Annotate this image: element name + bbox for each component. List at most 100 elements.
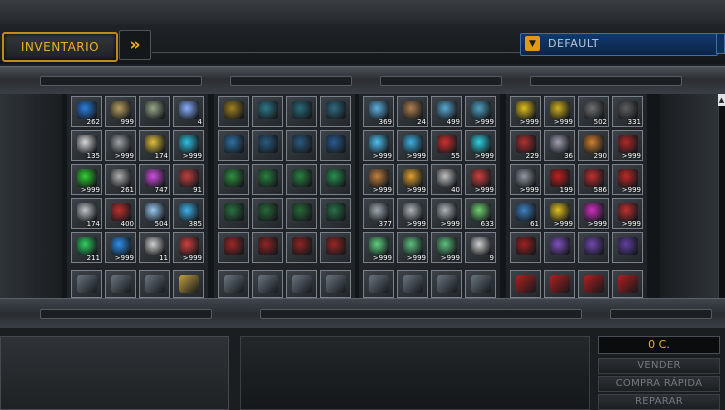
inventory-slot[interactable]: 369 xyxy=(363,96,394,127)
inventory-slot[interactable]: >999 xyxy=(465,130,496,161)
inventory-slot[interactable] xyxy=(320,130,351,161)
inventory-slot[interactable]: >999 xyxy=(612,164,643,195)
inventory-slot[interactable]: 385 xyxy=(173,198,204,229)
inventory-slot[interactable]: 633 xyxy=(465,198,496,229)
inventory-slot[interactable]: >999 xyxy=(397,130,428,161)
inventory-slot[interactable]: >999 xyxy=(397,198,428,229)
inventory-slot[interactable]: 174 xyxy=(71,198,102,229)
inventory-slot[interactable]: >999 xyxy=(105,130,136,161)
inventory-slot[interactable] xyxy=(71,270,102,298)
inventory-slot[interactable] xyxy=(286,130,317,161)
inventory-slot[interactable] xyxy=(218,232,249,263)
inventory-slot[interactable]: 999 xyxy=(105,96,136,127)
inventory-slot[interactable] xyxy=(397,270,428,298)
inventory-slot[interactable] xyxy=(510,232,541,263)
inventory-slot[interactable]: >999 xyxy=(510,96,541,127)
inventory-slot[interactable]: 199 xyxy=(544,164,575,195)
inventory-slot[interactable] xyxy=(612,232,643,263)
inventory-slot[interactable]: 331 xyxy=(612,96,643,127)
inventory-slot[interactable]: 36 xyxy=(544,130,575,161)
inventory-slot[interactable]: >999 xyxy=(544,96,575,127)
inventory-slot[interactable]: >999 xyxy=(363,232,394,263)
inventory-slot[interactable]: >999 xyxy=(510,164,541,195)
inventory-slot[interactable] xyxy=(320,270,351,298)
inventory-slot[interactable]: 400 xyxy=(105,198,136,229)
inventory-scrollbar[interactable] xyxy=(718,94,725,298)
inventory-slot[interactable] xyxy=(612,270,643,298)
inventory-slot[interactable]: >999 xyxy=(612,198,643,229)
inventory-slot[interactable] xyxy=(320,232,351,263)
inventory-slot[interactable]: >999 xyxy=(465,96,496,127)
inventory-slot[interactable] xyxy=(286,270,317,298)
inventory-slot[interactable]: 4 xyxy=(173,96,204,127)
inventory-slot[interactable] xyxy=(218,96,249,127)
inventory-slot[interactable]: >999 xyxy=(397,232,428,263)
inventory-slot[interactable]: 499 xyxy=(431,96,462,127)
inventory-slot[interactable] xyxy=(218,164,249,195)
inventory-slot[interactable]: >999 xyxy=(612,130,643,161)
inventory-slot[interactable] xyxy=(252,270,283,298)
inventory-slot[interactable]: 135 xyxy=(71,130,102,161)
inventory-slot[interactable] xyxy=(252,130,283,161)
inventory-slot[interactable]: >999 xyxy=(173,130,204,161)
inventory-slot[interactable]: >999 xyxy=(397,164,428,195)
inventory-slot[interactable]: 40 xyxy=(431,164,462,195)
inventory-slot[interactable]: 229 xyxy=(510,130,541,161)
inventory-slot[interactable] xyxy=(431,270,462,298)
double-chevron-right-icon[interactable]: » xyxy=(119,30,151,60)
inventory-slot[interactable]: 9 xyxy=(465,232,496,263)
inventory-slot[interactable] xyxy=(286,232,317,263)
inventory-slot[interactable]: 290 xyxy=(578,130,609,161)
inventory-slot[interactable]: 55 xyxy=(431,130,462,161)
inventory-slot[interactable]: 586 xyxy=(578,164,609,195)
inventory-slot[interactable] xyxy=(252,232,283,263)
inventory-slot[interactable]: >999 xyxy=(431,232,462,263)
inventory-slot[interactable] xyxy=(544,270,575,298)
inventory-slot[interactable]: >999 xyxy=(363,130,394,161)
inventory-slot[interactable]: 504 xyxy=(139,198,170,229)
filter-dropdown[interactable]: ▼ DEFAULT xyxy=(520,33,718,56)
inventory-slot[interactable] xyxy=(465,270,496,298)
inventory-slot[interactable]: >999 xyxy=(363,164,394,195)
inventory-slot[interactable] xyxy=(139,270,170,298)
inventory-slot[interactable] xyxy=(363,270,394,298)
inventory-slot[interactable] xyxy=(218,130,249,161)
inventory-slot[interactable] xyxy=(510,270,541,298)
inventory-slot[interactable] xyxy=(173,270,204,298)
inventory-slot[interactable]: 211 xyxy=(71,232,102,263)
repair-button[interactable]: REPARAR xyxy=(598,394,720,410)
inventory-slot[interactable]: 262 xyxy=(71,96,102,127)
inventory-slot[interactable]: 261 xyxy=(105,164,136,195)
inventory-slot[interactable] xyxy=(544,232,575,263)
inventory-slot[interactable] xyxy=(218,198,249,229)
inventory-slot[interactable]: 174 xyxy=(139,130,170,161)
inventory-slot[interactable] xyxy=(252,164,283,195)
tab-inventario[interactable]: INVENTARIO xyxy=(2,32,118,62)
inventory-slot[interactable]: 11 xyxy=(139,232,170,263)
inventory-slot[interactable] xyxy=(252,96,283,127)
inventory-slot[interactable] xyxy=(578,232,609,263)
inventory-slot[interactable] xyxy=(320,164,351,195)
sell-button[interactable]: VENDER xyxy=(598,358,720,374)
inventory-slot[interactable]: >999 xyxy=(544,198,575,229)
scroll-up-arrow-icon[interactable]: ▲ xyxy=(718,94,725,106)
inventory-slot[interactable]: 502 xyxy=(578,96,609,127)
inventory-slot[interactable] xyxy=(218,270,249,298)
inventory-slot[interactable]: 24 xyxy=(397,96,428,127)
inventory-slot[interactable] xyxy=(105,270,136,298)
inventory-slot[interactable] xyxy=(286,164,317,195)
inventory-slot[interactable]: >999 xyxy=(431,198,462,229)
inventory-slot[interactable]: 91 xyxy=(173,164,204,195)
quick-buy-button[interactable]: COMPRA RÁPIDA xyxy=(598,376,720,392)
inventory-slot[interactable] xyxy=(286,96,317,127)
inventory-slot[interactable]: >999 xyxy=(578,198,609,229)
inventory-slot[interactable]: 747 xyxy=(139,164,170,195)
inventory-slot[interactable]: >999 xyxy=(173,232,204,263)
inventory-slot[interactable]: 61 xyxy=(510,198,541,229)
inventory-slot[interactable] xyxy=(139,96,170,127)
inventory-slot[interactable] xyxy=(252,198,283,229)
inventory-slot[interactable] xyxy=(578,270,609,298)
inventory-slot[interactable]: >999 xyxy=(71,164,102,195)
inventory-slot[interactable]: >999 xyxy=(105,232,136,263)
inventory-slot[interactable] xyxy=(286,198,317,229)
